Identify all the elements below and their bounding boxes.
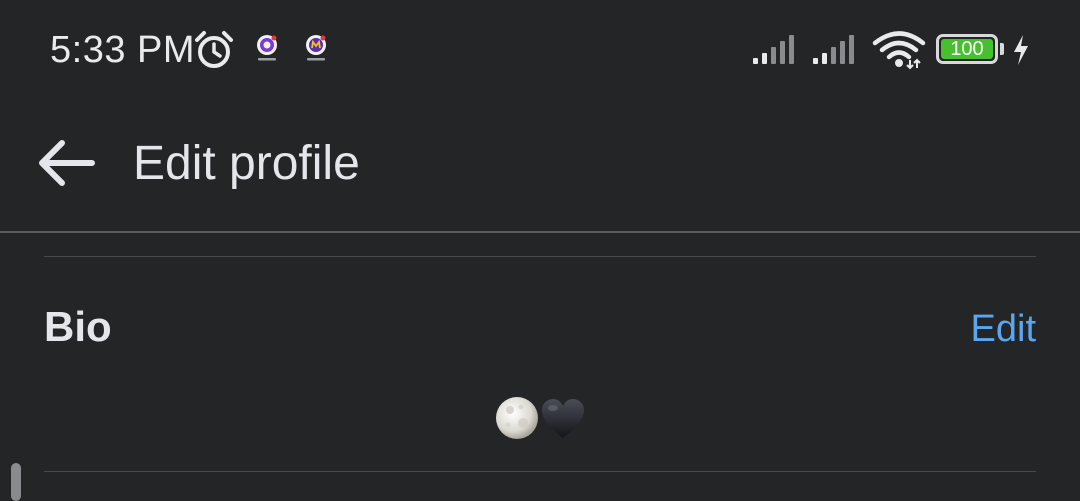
- bio-heading: Bio: [44, 303, 112, 350]
- charging-icon: [1014, 35, 1028, 65]
- alarm-icon: [195, 31, 233, 68]
- black-heart-emoji: [542, 399, 584, 438]
- bio-edit-link[interactable]: Edit: [971, 306, 1036, 352]
- section-divider: [44, 256, 1036, 257]
- scrollbar[interactable]: [11, 463, 21, 501]
- header-divider: [0, 231, 1080, 233]
- arrow-left-icon: [39, 140, 95, 186]
- back-button[interactable]: [28, 124, 104, 200]
- section-divider: [44, 471, 1036, 472]
- battery-level: 100: [950, 38, 984, 60]
- notification-app-icon: [306, 35, 326, 61]
- signal-icon: [753, 35, 794, 64]
- bio-content: [494, 395, 590, 441]
- status-bar: 5:33 PM 100: [0, 0, 1080, 100]
- app-header: Edit profile: [0, 100, 1080, 232]
- full-moon-emoji: [496, 397, 538, 439]
- wifi-icon: [872, 31, 926, 70]
- battery-tip: [1000, 43, 1004, 55]
- battery-icon: 100: [936, 34, 998, 64]
- status-time: 5:33 PM: [50, 29, 196, 71]
- notification-app-icon: [257, 35, 277, 61]
- battery-fill: 100: [941, 39, 993, 59]
- signal-icon: [813, 35, 854, 64]
- page-title: Edit profile: [133, 137, 360, 190]
